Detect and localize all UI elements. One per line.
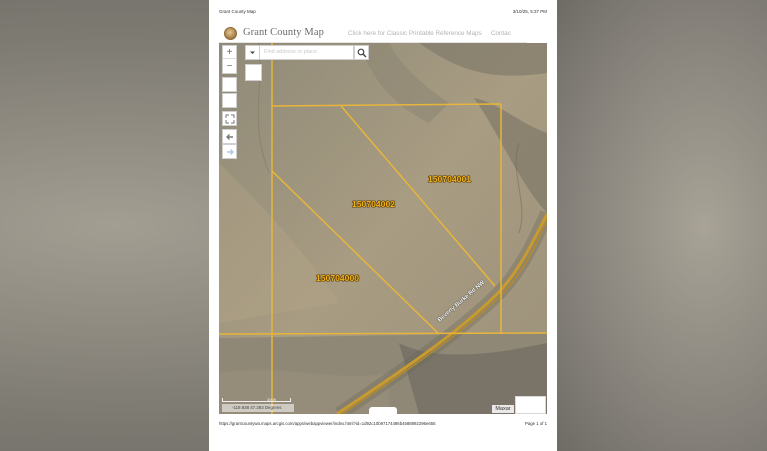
print-footer-url: https://grantcountywa.maps.arcgis.com/ap… [219, 421, 436, 426]
fullscreen-icon [225, 114, 235, 124]
county-seal-logo [224, 27, 237, 40]
search-button[interactable] [354, 45, 369, 60]
overview-map[interactable] [515, 396, 546, 414]
contact-link[interactable]: Contac [491, 30, 511, 37]
search-source-dropdown[interactable] [245, 45, 260, 60]
app-title: Grant County Map [243, 27, 324, 38]
screen-backdrop-right [557, 0, 767, 451]
attribute-table-tab[interactable] [369, 407, 397, 414]
print-page: Grant County Map 3/10/25, 5:37 PM Grant … [209, 0, 557, 451]
classic-maps-link[interactable]: Click here for Classic Printable Referen… [348, 30, 482, 37]
parcel-label[interactable]: 150704000 [316, 273, 359, 283]
next-extent-button[interactable] [222, 144, 237, 159]
print-footer: https://grantcountywa.maps.arcgis.com/ap… [219, 421, 547, 429]
print-footer-page: Page 1 of 1 [525, 421, 547, 426]
search-icon [357, 48, 367, 58]
parcel-label[interactable]: 150704001 [428, 174, 471, 184]
forward-arrow-icon [227, 149, 234, 155]
app-header: Grant County Map Click here for Classic … [219, 24, 527, 43]
print-header-datetime: 3/10/25, 5:37 PM [512, 9, 547, 14]
search-input[interactable]: Find address or place [260, 45, 354, 60]
zoom-in-icon[interactable]: + [223, 46, 236, 59]
back-arrow-icon [226, 134, 233, 140]
coordinate-readout: -119.938 47.293 Degrees [222, 404, 294, 412]
zoom-out-icon[interactable]: − [223, 60, 236, 73]
scale-bar [222, 398, 291, 402]
home-button[interactable] [222, 77, 237, 92]
layer-list-button[interactable] [245, 64, 262, 81]
print-header-title: Grant County Map [219, 9, 256, 14]
search-widget: Find address or place [245, 45, 369, 60]
zoom-controls: + − [222, 45, 237, 74]
fullscreen-button[interactable] [222, 111, 237, 126]
satellite-imagery [219, 43, 547, 414]
scale-label: 300ft [267, 397, 276, 402]
map-view[interactable]: + − Find address or place 150704001 1507… [219, 43, 547, 414]
locate-button[interactable] [222, 93, 237, 108]
imagery-attribution: Maxar [492, 405, 514, 413]
previous-extent-button[interactable] [222, 129, 237, 144]
print-header: Grant County Map 3/10/25, 5:37 PM [219, 9, 547, 17]
chevron-down-icon [250, 51, 255, 54]
parcel-label[interactable]: 150704002 [352, 199, 395, 209]
